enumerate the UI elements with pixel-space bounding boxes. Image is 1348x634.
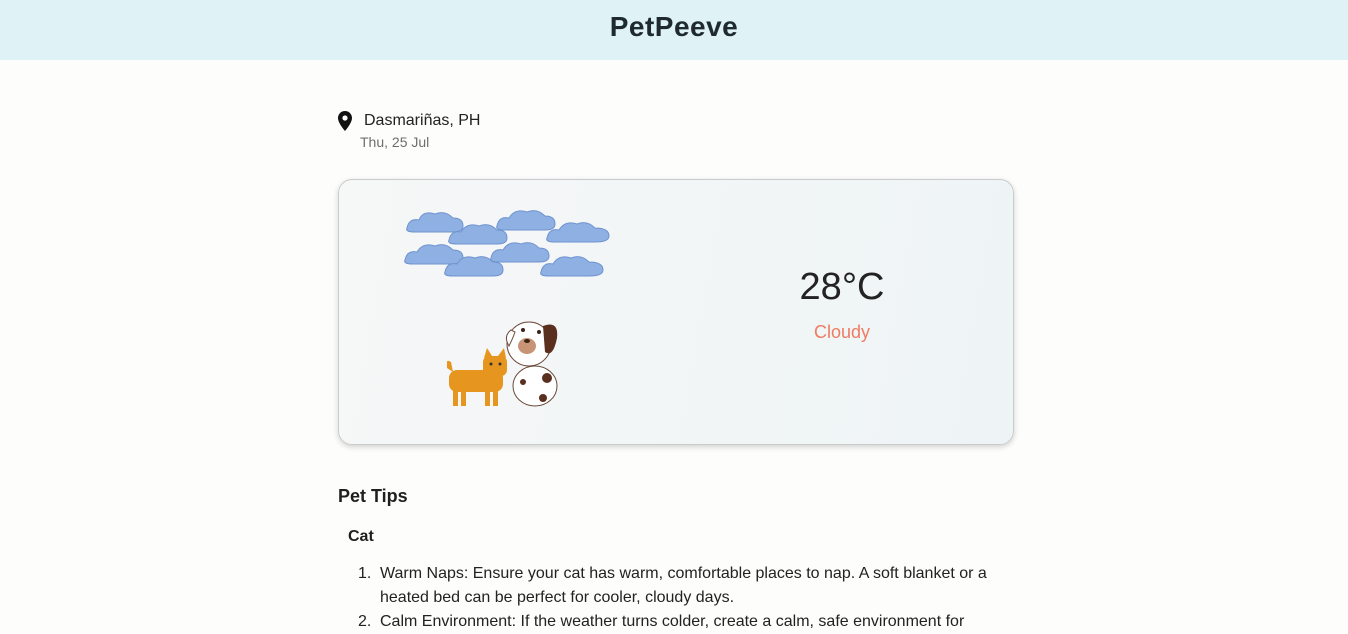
app-header: PetPeeve [0,0,1348,60]
map-pin-icon [338,111,352,131]
cat-and-dog-icon [447,321,558,407]
pet-type-heading: Cat [348,528,374,545]
tips-list: 1. Warm Naps: Ensure your cat has warm, … [358,562,1014,634]
tip-text: Calm Environment: If the weather turns c… [380,613,965,630]
temperature: 28°C [799,266,885,308]
weather-card: 28°C Cloudy [338,179,1014,445]
tip-number: 2. [358,613,372,630]
list-item: 1. Warm Naps: Ensure your cat has warm, … [358,562,1014,610]
clouds-icon [404,210,610,277]
weather-condition: Cloudy [813,322,871,342]
tip-number: 1. [358,565,372,582]
pet-tips-heading: Pet Tips [338,486,408,506]
tip-text: Warm Naps: Ensure your cat has warm, com… [380,565,987,606]
location-row: Dasmariñas, PH [338,110,480,131]
app-title: PetPeeve [609,11,739,42]
list-item: 2. Calm Environment: If the weather turn… [358,610,1014,634]
current-date: Thu, 25 Jul [360,134,430,150]
location-name: Dasmariñas, PH [364,111,481,129]
